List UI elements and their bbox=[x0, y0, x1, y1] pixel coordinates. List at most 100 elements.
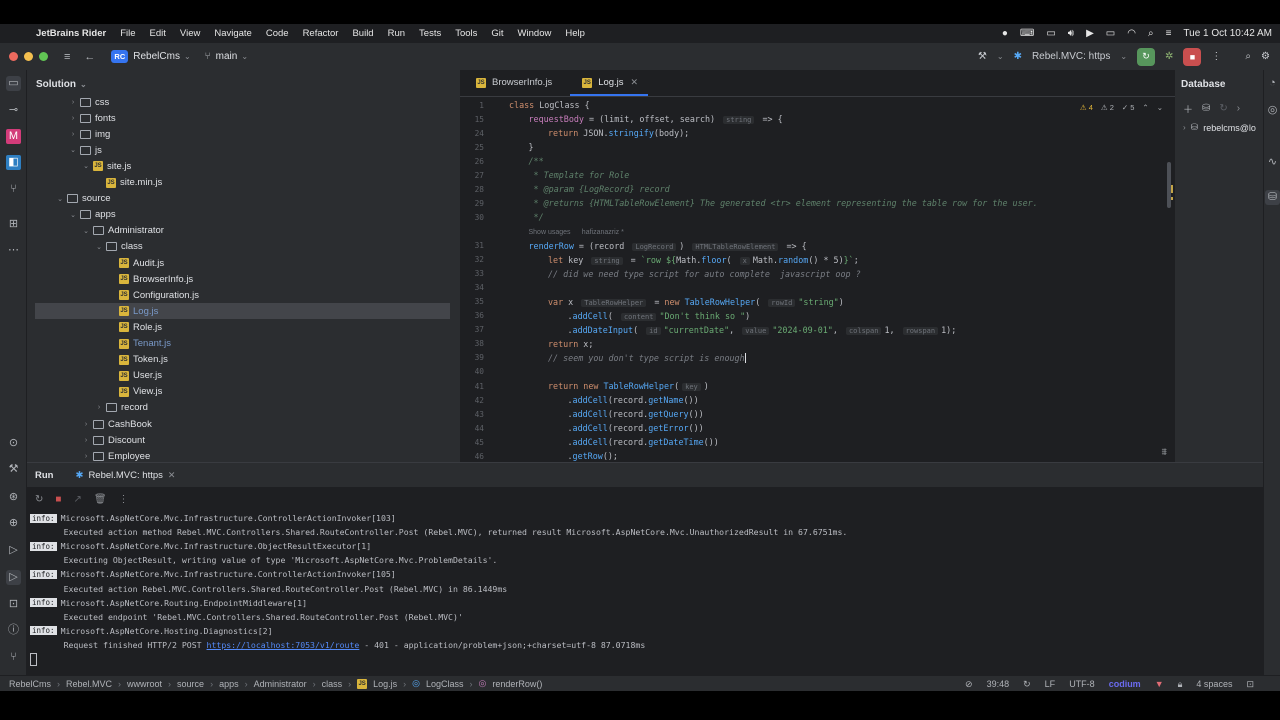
breadcrumb-item[interactable]: source bbox=[177, 679, 204, 689]
code-line[interactable]: 32 let key string = `row ${Math.floor( xM… bbox=[460, 253, 1175, 267]
restore-icon[interactable]: ↗ bbox=[73, 494, 81, 505]
tree-item-img[interactable]: › img bbox=[27, 126, 110, 142]
line-number[interactable]: 44 bbox=[460, 424, 484, 433]
chevron-down-icon[interactable]: ⌄ bbox=[1120, 52, 1127, 61]
chevron-right-icon[interactable]: › bbox=[68, 131, 78, 138]
line-number[interactable]: 27 bbox=[460, 171, 484, 180]
code-line[interactable]: 1 class LogClass { bbox=[460, 98, 1175, 112]
chevron-down-icon[interactable]: ⌄ bbox=[68, 211, 78, 219]
menu-item-git[interactable]: Git bbox=[491, 28, 503, 39]
menu-item-run[interactable]: Run bbox=[388, 28, 405, 39]
search-everywhere-icon[interactable]: ⌕ bbox=[1245, 51, 1251, 62]
code-line[interactable]: 35 var x TableRowHelper = new TableRowHel… bbox=[460, 295, 1175, 309]
pulse-icon[interactable]: ∿ bbox=[1265, 155, 1280, 170]
play-icon[interactable]: ▶ bbox=[1086, 28, 1094, 39]
refresh-icon[interactable]: ↻ bbox=[1219, 103, 1227, 114]
breadcrumb-item[interactable]: LogClass bbox=[426, 679, 464, 689]
breadcrumb-item[interactable]: RebelCms bbox=[9, 679, 51, 689]
rerun-button[interactable]: ↻ bbox=[1137, 47, 1156, 66]
code-line[interactable]: 41 return new TableRowHelper(key) bbox=[460, 379, 1175, 393]
branch-selector[interactable]: main bbox=[216, 51, 238, 62]
rerun-icon[interactable]: ↻ bbox=[35, 494, 43, 505]
sync-icon[interactable]: ↻ bbox=[1023, 679, 1031, 690]
tree-item-tenant-js[interactable]: JS Tenant.js bbox=[27, 336, 171, 352]
editor-tab-browserinfo-js[interactable]: JS BrowserInfo.js bbox=[464, 70, 562, 96]
problems-icon[interactable]: ⓘ bbox=[6, 623, 21, 638]
tree-item-fonts[interactable]: › fonts bbox=[27, 110, 116, 126]
tree-item-view-js[interactable]: JS View.js bbox=[27, 384, 162, 400]
editor-scrollbar[interactable] bbox=[1167, 162, 1171, 208]
code-line[interactable]: 29 * @returns {HTMLTableRowElement} The … bbox=[460, 196, 1175, 210]
tree-item-log-js[interactable]: JS Log.js bbox=[35, 303, 450, 320]
code-line[interactable]: Show usages hafizanazriz * bbox=[460, 224, 1175, 238]
debug-bug-icon[interactable]: ✲ bbox=[1165, 51, 1173, 62]
stop-icon[interactable]: ■ bbox=[55, 494, 61, 505]
back-arrow-icon[interactable]: ← bbox=[84, 51, 95, 63]
indent-setting[interactable]: 4 spaces bbox=[1196, 679, 1232, 689]
tree-item-cashbook[interactable]: › CashBook bbox=[27, 416, 152, 432]
wifi-icon[interactable]: ◠ bbox=[1127, 28, 1136, 39]
line-number[interactable]: 15 bbox=[460, 115, 484, 124]
line-number[interactable]: 30 bbox=[460, 213, 484, 222]
tree-item-role-js[interactable]: JS Role.js bbox=[27, 319, 162, 335]
plugin-status-icon[interactable]: ▼ bbox=[1155, 679, 1164, 689]
code-line[interactable]: 26 /** bbox=[460, 154, 1175, 168]
code-line[interactable]: 25} bbox=[460, 140, 1175, 154]
line-number[interactable]: 41 bbox=[460, 382, 484, 391]
battery-icon[interactable]: ▭ bbox=[1106, 28, 1115, 39]
code-area[interactable]: 1 class LogClass {15 requestBody = (limit,… bbox=[460, 97, 1175, 462]
tree-item-browserinfo-js[interactable]: JS BrowserInfo.js bbox=[27, 271, 193, 287]
chevron-down-icon[interactable]: ⌄ bbox=[184, 52, 191, 61]
code-line[interactable]: 36 .addCell( content "Don't think so ") bbox=[460, 309, 1175, 323]
tree-item-site-min-js[interactable]: JS site.min.js bbox=[27, 175, 162, 191]
codium-plugin[interactable]: codium bbox=[1109, 679, 1141, 689]
code-line[interactable]: 30 */ bbox=[460, 210, 1175, 224]
tree-item-discount[interactable]: › Discount bbox=[27, 432, 145, 448]
line-number[interactable]: 42 bbox=[460, 396, 484, 405]
minimize-window-button[interactable] bbox=[24, 52, 33, 61]
chevron-down-icon[interactable]: ⌄ bbox=[94, 243, 104, 251]
notifications-icon[interactable]: ◔ bbox=[1265, 76, 1280, 91]
database-icon[interactable]: ⛁ bbox=[1202, 103, 1210, 114]
reader-mode-icon[interactable]: ⩩ bbox=[1162, 447, 1167, 458]
line-number[interactable]: 25 bbox=[460, 143, 484, 152]
tree-item-administrator[interactable]: ⌄ Administrator bbox=[27, 223, 164, 239]
run-tab[interactable]: ✱ Rebel.MVC: https ✕ bbox=[75, 470, 175, 481]
volume-icon[interactable]: 🔊︎ bbox=[1068, 28, 1074, 39]
line-number[interactable]: 34 bbox=[460, 283, 484, 292]
chevron-down-icon[interactable]: ⌄ bbox=[80, 80, 87, 89]
plugin-m-icon[interactable]: M bbox=[6, 129, 21, 144]
breadcrumb-item[interactable]: renderRow() bbox=[492, 679, 542, 689]
chevron-down-icon[interactable]: ⌄ bbox=[241, 52, 248, 61]
database-tool-icon[interactable]: ⛁ bbox=[1265, 190, 1280, 205]
line-number[interactable]: 37 bbox=[460, 325, 484, 334]
close-tab-icon[interactable]: ✕ bbox=[631, 77, 639, 88]
line-number[interactable]: 33 bbox=[460, 269, 484, 278]
line-number[interactable]: 26 bbox=[460, 157, 484, 166]
more-tools-icon[interactable]: ⋯ bbox=[6, 243, 21, 258]
keyboard-icon[interactable]: ⌨ bbox=[1020, 28, 1034, 39]
tree-item-css[interactable]: › css bbox=[27, 94, 109, 110]
more-options-icon[interactable]: ⋮ bbox=[1211, 51, 1221, 62]
nuget-icon[interactable]: ⊛ bbox=[6, 490, 21, 505]
menu-item-code[interactable]: Code bbox=[266, 28, 289, 39]
endpoints-icon[interactable]: ⊕ bbox=[6, 516, 21, 531]
chevron-right-icon[interactable]: › bbox=[68, 115, 78, 122]
tree-item-configuration-js[interactable]: JS Configuration.js bbox=[27, 287, 199, 303]
spotlight-search-icon[interactable]: ⌕ bbox=[1148, 28, 1154, 39]
more-options-icon[interactable]: ⋮ bbox=[119, 494, 129, 505]
breadcrumb-item[interactable]: apps bbox=[219, 679, 239, 689]
chevron-down-icon[interactable]: ⌄ bbox=[55, 195, 65, 203]
code-line[interactable]: 46 .getRow(); bbox=[460, 449, 1175, 462]
chevron-down-icon[interactable]: ⌄ bbox=[997, 52, 1004, 61]
chevron-down-icon[interactable]: ⌄ bbox=[81, 162, 91, 170]
code-line[interactable]: 31 renderRow = (record LogRecord) HTMLTab… bbox=[460, 239, 1175, 253]
menu-item-tests[interactable]: Tests bbox=[419, 28, 441, 39]
plugin-c-icon[interactable]: ◧ bbox=[6, 155, 21, 170]
run-panel-icon[interactable]: ▷ bbox=[6, 543, 21, 558]
explorer-folder-icon[interactable]: ▭ bbox=[6, 76, 21, 91]
build-icon[interactable]: ⚒ bbox=[6, 462, 21, 477]
code-line[interactable]: 34 bbox=[460, 281, 1175, 295]
debug-panel-icon[interactable]: ▷ bbox=[6, 570, 21, 585]
line-number[interactable]: 31 bbox=[460, 241, 484, 250]
